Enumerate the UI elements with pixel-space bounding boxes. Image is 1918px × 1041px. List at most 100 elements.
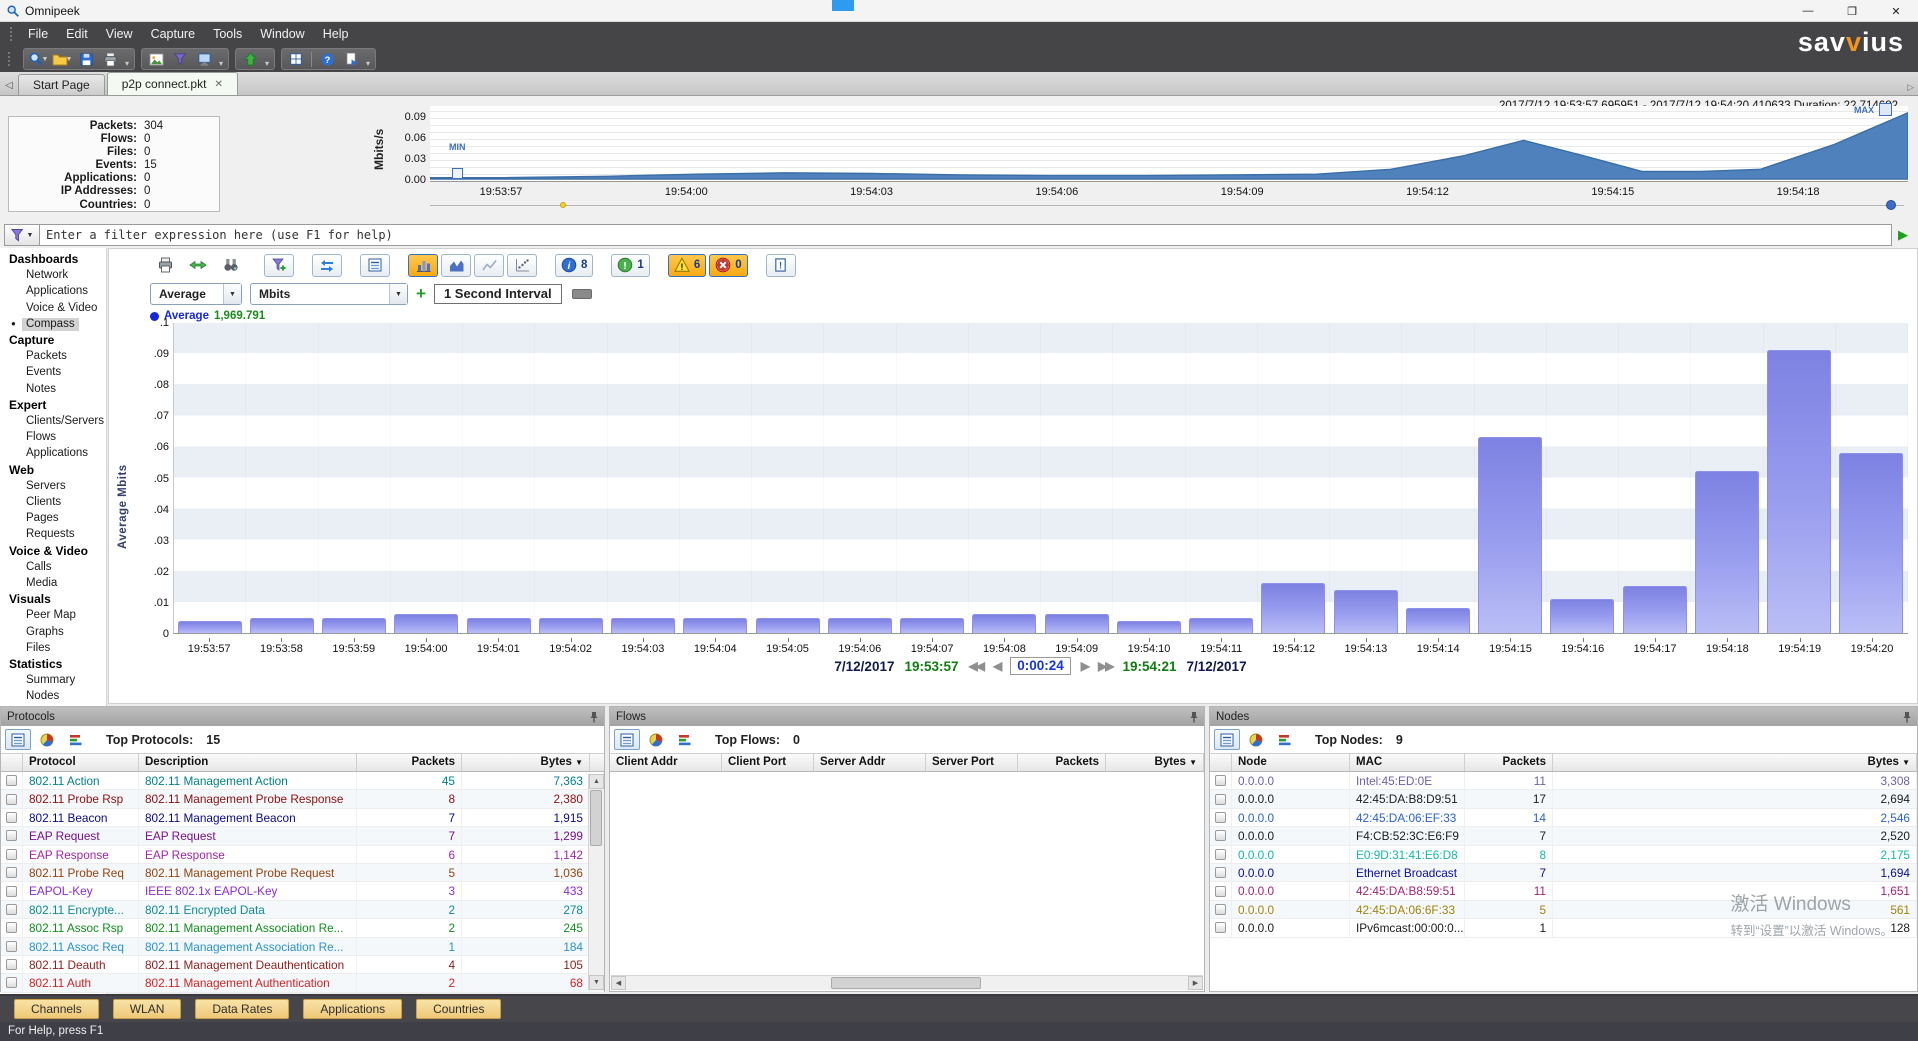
column-header-description[interactable]: Description [139, 754, 357, 771]
view-pie-button[interactable] [34, 729, 60, 750]
chart-bar[interactable] [322, 618, 386, 634]
checkbox[interactable] [6, 775, 17, 786]
chart-bar[interactable] [467, 618, 531, 634]
checkbox[interactable] [1215, 812, 1226, 823]
toolbar-overflow-icon[interactable]: ▾ [263, 59, 271, 68]
compass-print-button[interactable] [150, 254, 180, 277]
table-row[interactable]: 802.11 Beacon802.11 Management Beacon71,… [1, 809, 604, 827]
protocols-panel-titlebar[interactable]: Protocols [1, 707, 604, 726]
protocols-table-header[interactable]: ProtocolDescriptionPacketsBytes ▼ [1, 753, 604, 772]
chart-bar[interactable] [1623, 586, 1687, 633]
chart-type-bar-button[interactable] [408, 254, 438, 277]
sidebar-item-nodes[interactable]: Nodes [0, 688, 106, 704]
view-bar-button[interactable] [1272, 729, 1298, 750]
checkbox[interactable] [6, 922, 17, 933]
table-row[interactable]: EAP RequestEAP Request71,299 [1, 827, 604, 845]
chart-bar[interactable] [250, 618, 314, 634]
statistic-select[interactable]: Average▼ [150, 283, 242, 305]
checkbox[interactable] [6, 904, 17, 915]
legend-series-name[interactable]: Average [164, 310, 209, 322]
chart-type-area-button[interactable] [441, 254, 471, 277]
horizontal-scrollbar[interactable]: ◀▶ [611, 975, 1203, 990]
sidebar-item-pages[interactable]: Pages [0, 510, 106, 526]
chart-bar[interactable] [1045, 614, 1109, 633]
column-header-server-addr[interactable]: Server Addr [814, 754, 926, 771]
checkbox[interactable] [6, 886, 17, 897]
event-log-button[interactable]: ! [766, 254, 796, 277]
scrollbar-thumb[interactable] [831, 977, 981, 989]
checkbox[interactable] [6, 941, 17, 952]
chart-bar[interactable] [1695, 471, 1759, 633]
pin-icon[interactable] [1902, 711, 1912, 723]
table-row[interactable]: 0.0.0.042:45:DA:B8:D9:51172,694 [1210, 790, 1917, 808]
table-row[interactable]: 0.0.0.042:45:DA:06:6F:335561 [1210, 901, 1917, 919]
dashboard-tab-wlan[interactable]: WLAN [113, 999, 182, 1019]
menu-item-edit[interactable]: Edit [57, 22, 97, 46]
column-header-client-addr[interactable]: Client Addr [610, 754, 722, 771]
dashboard-tab-countries[interactable]: Countries [416, 999, 501, 1019]
timeline-rail[interactable] [430, 205, 1904, 206]
column-header-mac[interactable]: MAC [1350, 754, 1465, 771]
pin-icon[interactable] [1189, 711, 1199, 723]
column-header-bytes[interactable]: Bytes ▼ [462, 754, 590, 771]
sidebar-item-files[interactable]: Files [0, 640, 106, 656]
dashboard-tab-applications[interactable]: Applications [303, 999, 402, 1019]
image-view-button[interactable] [145, 50, 167, 69]
filter-expression-input[interactable] [40, 224, 1892, 246]
checkbox[interactable] [1215, 849, 1226, 860]
warning-events-button[interactable]: !6 [668, 254, 706, 277]
sidebar-item-compass[interactable]: ●Compass [0, 316, 106, 332]
scroll-right-icon[interactable]: ▶ [1188, 976, 1203, 990]
dashboard-tab-channels[interactable]: Channels [14, 999, 99, 1019]
chart-type-line-button[interactable] [474, 254, 504, 277]
sidebar-item-servers[interactable]: Servers [0, 478, 106, 494]
column-header-server-port[interactable]: Server Port [926, 754, 1018, 771]
flows-table-header[interactable]: Client AddrClient PortServer AddrServer … [610, 753, 1204, 772]
table-row[interactable]: 802.11 Assoc Req802.11 Management Associ… [1, 938, 604, 956]
sidebar-item-flows[interactable]: Flows [0, 429, 106, 445]
view-details-button[interactable] [5, 729, 31, 750]
chart-bar[interactable] [972, 614, 1036, 633]
checkbox[interactable] [6, 977, 17, 988]
table-row[interactable]: 0.0.0.0Ethernet Broadcast71,694 [1210, 864, 1917, 882]
chart-bar[interactable] [1550, 599, 1614, 633]
sidebar-item-network[interactable]: Network [0, 267, 106, 283]
checkbox[interactable] [6, 794, 17, 805]
filter-settings-button[interactable] [169, 50, 191, 69]
checkbox[interactable] [1215, 904, 1226, 915]
dashboard-tab-data-rates[interactable]: Data Rates [195, 999, 289, 1019]
chart-bar[interactable] [1189, 618, 1253, 634]
sidebar-item-peer-map[interactable]: Peer Map [0, 607, 106, 623]
column-header-bytes[interactable]: Bytes ▼ [1553, 754, 1917, 771]
menu-item-help[interactable]: Help [314, 22, 358, 46]
checkbox[interactable] [1215, 867, 1226, 878]
save-button[interactable] [75, 50, 97, 69]
checkbox[interactable] [1215, 830, 1226, 841]
details-list-button[interactable] [360, 254, 390, 277]
minimize-button[interactable]: — [1786, 0, 1830, 22]
chart-bar[interactable] [828, 618, 892, 634]
table-row[interactable]: 0.0.0.0Intel:45:ED:0E113,308 [1210, 772, 1917, 790]
chevron-down-icon[interactable]: ▼ [223, 284, 241, 304]
menu-item-file[interactable]: File [19, 22, 57, 46]
sidebar-item-clients-servers[interactable]: Clients/Servers [0, 413, 106, 429]
column-header-packets[interactable]: Packets [1018, 754, 1106, 771]
nav-last-icon[interactable]: ▶▶ [1098, 659, 1112, 673]
sidebar-item-applications[interactable]: Applications [0, 283, 106, 299]
chart-bar[interactable] [1334, 590, 1398, 634]
chart-bar[interactable] [394, 614, 458, 633]
checkbox[interactable] [6, 849, 17, 860]
chart-bar[interactable] [539, 618, 603, 634]
sidebar-item-events[interactable]: Events [0, 364, 106, 380]
pin-icon[interactable] [589, 711, 599, 723]
view-bar-button[interactable] [672, 729, 698, 750]
chart-type-scatter-button[interactable] [507, 254, 537, 277]
toolbar-overflow-icon[interactable]: ▾ [364, 59, 372, 68]
checkbox[interactable] [6, 830, 17, 841]
tab-scroll-back-icon[interactable]: ◁ [0, 80, 18, 95]
table-row[interactable]: 802.11 Encrypte...802.11 Encrypted Data2… [1, 901, 604, 919]
nodes-panel-titlebar[interactable]: Nodes [1210, 707, 1917, 726]
table-row[interactable]: EAP ResponseEAP Response61,142 [1, 846, 604, 864]
chart-bar[interactable] [756, 618, 820, 634]
close-button[interactable]: ✕ [1874, 0, 1918, 22]
